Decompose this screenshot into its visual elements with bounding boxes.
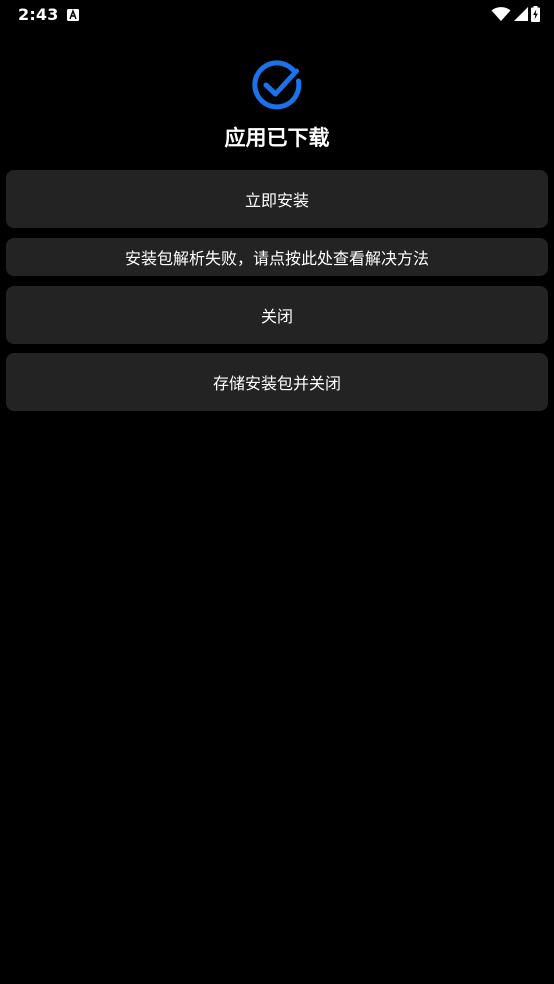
close-button[interactable]: 关闭 [6, 286, 548, 344]
save-package-and-close-button[interactable]: 存储安装包并关闭 [6, 353, 548, 411]
status-icons [491, 6, 540, 22]
install-now-button[interactable]: 立即安装 [6, 170, 548, 228]
parse-failed-help-button[interactable]: 安装包解析失败，请点按此处查看解决方法 [6, 238, 548, 276]
status-bar: 2:43 [0, 0, 554, 32]
wifi-icon [491, 7, 511, 21]
battery-charging-icon [531, 6, 540, 22]
signal-icon [514, 7, 528, 21]
a-notification-icon [67, 9, 79, 21]
status-time: 2:43 [18, 5, 59, 24]
check-circle-icon [252, 60, 302, 110]
page-title: 应用已下载 [224, 126, 330, 150]
